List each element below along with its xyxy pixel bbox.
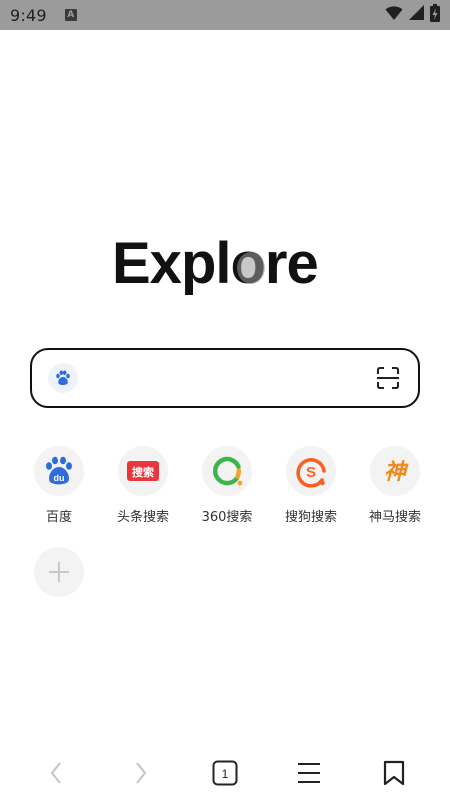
tab-count: 1: [222, 767, 229, 781]
battery-charging-icon: [430, 3, 440, 27]
shenma-glyph: 神: [384, 460, 409, 485]
explore-logo-graphic: Explore: [112, 231, 319, 296]
status-bar: 9:49 A: [0, 0, 450, 30]
search-input[interactable]: [88, 358, 364, 398]
baidu-paw-icon: [56, 370, 70, 385]
baidu-icon: du: [46, 456, 72, 485]
tabs-icon: 1: [212, 760, 238, 786]
shortcut-icon-wrap: S: [286, 446, 336, 496]
shenma-icon: 神: [384, 460, 409, 485]
menu-button[interactable]: [287, 751, 331, 795]
toutiao-badge-text: 搜索: [132, 465, 154, 479]
shortcut-360-search[interactable]: 360搜索: [185, 446, 269, 525]
chevron-right-icon: [135, 762, 146, 784]
logo-accent-shape: [237, 252, 265, 284]
bottom-toolbar: 1: [0, 745, 450, 801]
bookmark-icon: [383, 760, 404, 786]
shortcut-icon-wrap: 神: [370, 446, 420, 496]
toutiao-search-icon: 搜索: [127, 461, 159, 481]
shortcut-label: 头条搜索: [116, 510, 169, 525]
wifi-icon: [385, 5, 403, 26]
shortcut-label: 百度: [45, 510, 72, 525]
shortcut-icon-wrap: [34, 547, 84, 597]
sogou-icon: S: [296, 458, 326, 488]
menu-icon: [298, 763, 321, 783]
search-bar[interactable]: [30, 348, 420, 408]
signal-icon: [409, 5, 424, 25]
tabs-button[interactable]: 1: [203, 751, 247, 795]
search-engine-selector[interactable]: [48, 363, 78, 393]
scan-icon: [377, 367, 399, 389]
shortcut-label: 360搜索: [201, 510, 253, 525]
shortcut-sogou-search[interactable]: S 搜狗搜索: [269, 446, 353, 525]
notification-icon: A: [64, 9, 77, 21]
shortcut-label: 搜狗搜索: [284, 510, 337, 525]
scan-button[interactable]: [374, 364, 402, 392]
svg-text:S: S: [306, 464, 316, 481]
explore-logo: Explore: [0, 230, 450, 300]
shortcut-toutiao-search[interactable]: 搜索 头条搜索: [101, 446, 185, 525]
plus-icon: [49, 562, 69, 582]
chevron-left-icon: [50, 762, 61, 784]
svg-text:du: du: [54, 473, 65, 483]
360-search-icon: [212, 456, 243, 486]
shortcut-icon-wrap: [202, 446, 252, 496]
bookmarks-button[interactable]: [372, 751, 416, 795]
shortcut-baidu[interactable]: du 百度: [17, 446, 101, 525]
status-icons: [385, 3, 440, 27]
shortcut-label: 神马搜索: [368, 510, 421, 525]
add-shortcut-button[interactable]: [17, 547, 101, 597]
shortcut-grid: du 百度 搜索 头条搜索 360搜索 S 搜狗搜索 神 神马搜索: [17, 446, 437, 597]
status-time: 9:49: [10, 5, 47, 25]
back-button[interactable]: [34, 751, 78, 795]
logo-text: Explore: [112, 231, 318, 296]
shortcut-shenma-search[interactable]: 神 神马搜索: [353, 446, 437, 525]
shortcut-icon-wrap: du: [34, 446, 84, 496]
forward-button[interactable]: [119, 751, 163, 795]
shortcut-icon-wrap: 搜索: [118, 446, 168, 496]
